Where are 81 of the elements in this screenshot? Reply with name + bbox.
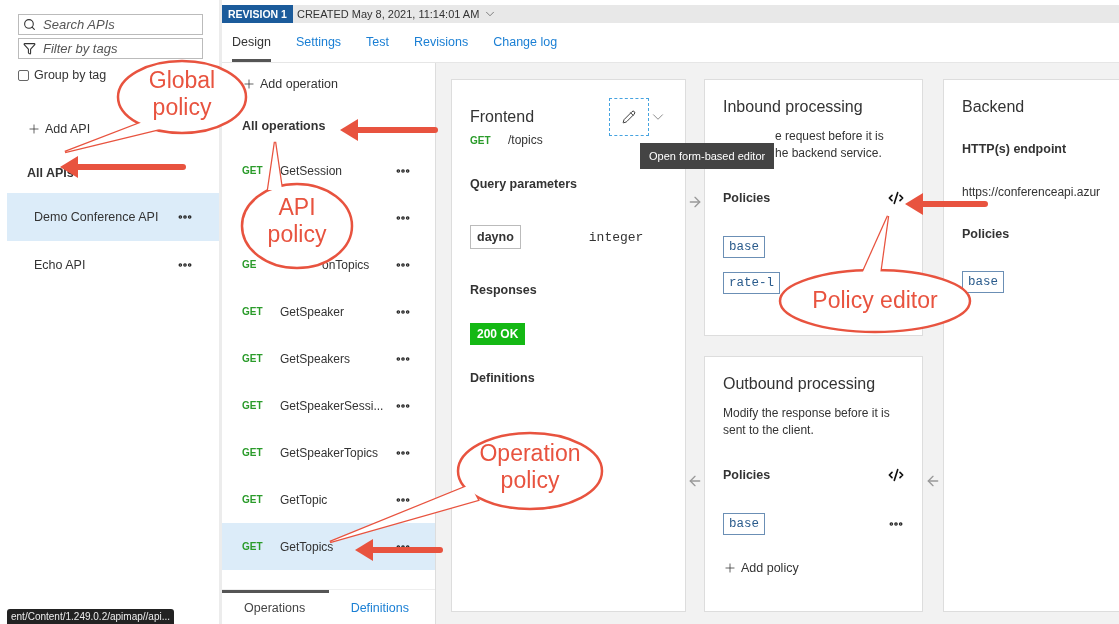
operation-name: GetSession: [280, 163, 344, 178]
method-label: GET: [242, 400, 264, 411]
section-heading: Definitions: [470, 371, 536, 385]
api-name: Echo API: [34, 258, 86, 272]
operation-item[interactable]: GET GetTopic: [222, 476, 435, 523]
operation-name: onTopics: [321, 257, 371, 272]
method-label: GE: [242, 259, 258, 270]
created-date: CREATED May 8, 2021, 11:14:01 AM: [296, 8, 480, 20]
description-text: Modify the response before it is sent to the client.: [723, 405, 891, 439]
method-label: GET: [242, 306, 264, 317]
method-label: GET: [242, 165, 264, 176]
operation-item[interactable]: GET GetSpeakers: [222, 335, 435, 382]
revision-badge: REVISION 1: [222, 5, 293, 23]
operation-name: GetTopic: [280, 492, 329, 507]
plus-icon: [242, 77, 256, 91]
checkbox-label: Group by tag: [34, 68, 107, 82]
section-heading: HTTP(s) endpoint: [962, 142, 1068, 156]
operation-name: GetSpeakers: [280, 351, 352, 366]
section-heading: Policies: [723, 191, 771, 205]
policy-chip[interactable]: base: [723, 236, 765, 258]
callout-text: Operation policy: [479, 440, 581, 493]
tab[interactable]: Definitions: [328, 590, 409, 624]
operation-item[interactable]: GET GetTopics: [222, 523, 435, 570]
operation-name: GetSpeaker: [280, 304, 346, 319]
card-title: Outbound processing: [723, 375, 877, 393]
operation-name: GetTopics: [280, 539, 335, 554]
checkbox[interactable]: [18, 69, 29, 81]
policy-chip[interactable]: rate-l: [723, 272, 780, 294]
plus-icon: [27, 122, 41, 136]
tab[interactable]: Design: [232, 35, 271, 62]
form-editor-tooltip: Open form-based editor: [640, 143, 775, 169]
callout-text: API policy: [267, 194, 327, 247]
operation-item[interactable]: GET GetSpeakerSessi...: [222, 382, 435, 429]
callout-text: Policy editor: [812, 287, 938, 313]
api-list-item[interactable]: Demo Conference API: [7, 193, 219, 241]
callout-text: Global policy: [148, 67, 216, 120]
tab[interactable]: Operations: [222, 590, 329, 624]
search-field[interactable]: Search APIs: [18, 14, 203, 35]
description-text: e request before it is he backend service.: [775, 128, 884, 162]
tab[interactable]: Change log: [493, 35, 558, 62]
parameter-name: dayno: [470, 225, 521, 249]
operation-name: GetSpeakerTopics: [280, 445, 380, 460]
api-name: Demo Conference API: [34, 210, 159, 224]
method-label: GET: [242, 541, 264, 552]
plus-icon: [723, 561, 737, 575]
method-label: GET: [242, 353, 264, 364]
edit-button[interactable]: [609, 98, 649, 136]
status-url: ent/Content/1.249.0.2/apimap//api...: [7, 609, 174, 624]
pencil-icon: [622, 110, 636, 124]
card-title: Inbound processing: [723, 98, 864, 116]
tab[interactable]: Settings: [295, 35, 342, 62]
card-title: Frontend: [470, 108, 535, 126]
path-text: /topics: [508, 133, 543, 147]
endpoint-url: https://conferenceapi.azur: [962, 184, 1101, 201]
operation-item[interactable]: GET GetSpeaker: [222, 288, 435, 335]
add-policy-button[interactable]: Add policy: [723, 561, 799, 575]
api-list-item[interactable]: Echo API: [7, 241, 219, 289]
section-heading: Policies: [962, 227, 1011, 241]
card-title: Backend: [962, 98, 1026, 116]
funnel-icon: [23, 42, 36, 55]
tab[interactable]: Test: [366, 35, 390, 62]
operation-name: GetSpeakerSessi...: [280, 398, 385, 413]
method-label: GET: [242, 447, 264, 458]
operation-item[interactable]: GET GetSpeakerTopics: [222, 429, 435, 476]
code-icon[interactable]: [888, 190, 904, 206]
policy-chip[interactable]: base: [723, 513, 765, 535]
section-heading: Query parameters: [470, 177, 578, 191]
add-api-button[interactable]: Add API: [27, 122, 91, 136]
operation-item[interactable]: GET GetSession: [222, 147, 435, 194]
code-icon[interactable]: [888, 467, 904, 483]
section-heading: Responses: [470, 283, 538, 297]
policy-chip[interactable]: base: [962, 271, 1004, 293]
search-icon: [23, 18, 36, 31]
section-heading: Policies: [723, 468, 771, 482]
add-operation-button[interactable]: Add operation: [242, 77, 338, 91]
tab[interactable]: Revisions: [414, 35, 469, 62]
method-label: GET: [242, 494, 264, 505]
parameter-type: integer: [588, 229, 644, 245]
method-label: GET: [470, 134, 492, 148]
filter-field[interactable]: Filter by tags: [18, 38, 203, 59]
all-operations-item[interactable]: All operations: [242, 119, 326, 133]
